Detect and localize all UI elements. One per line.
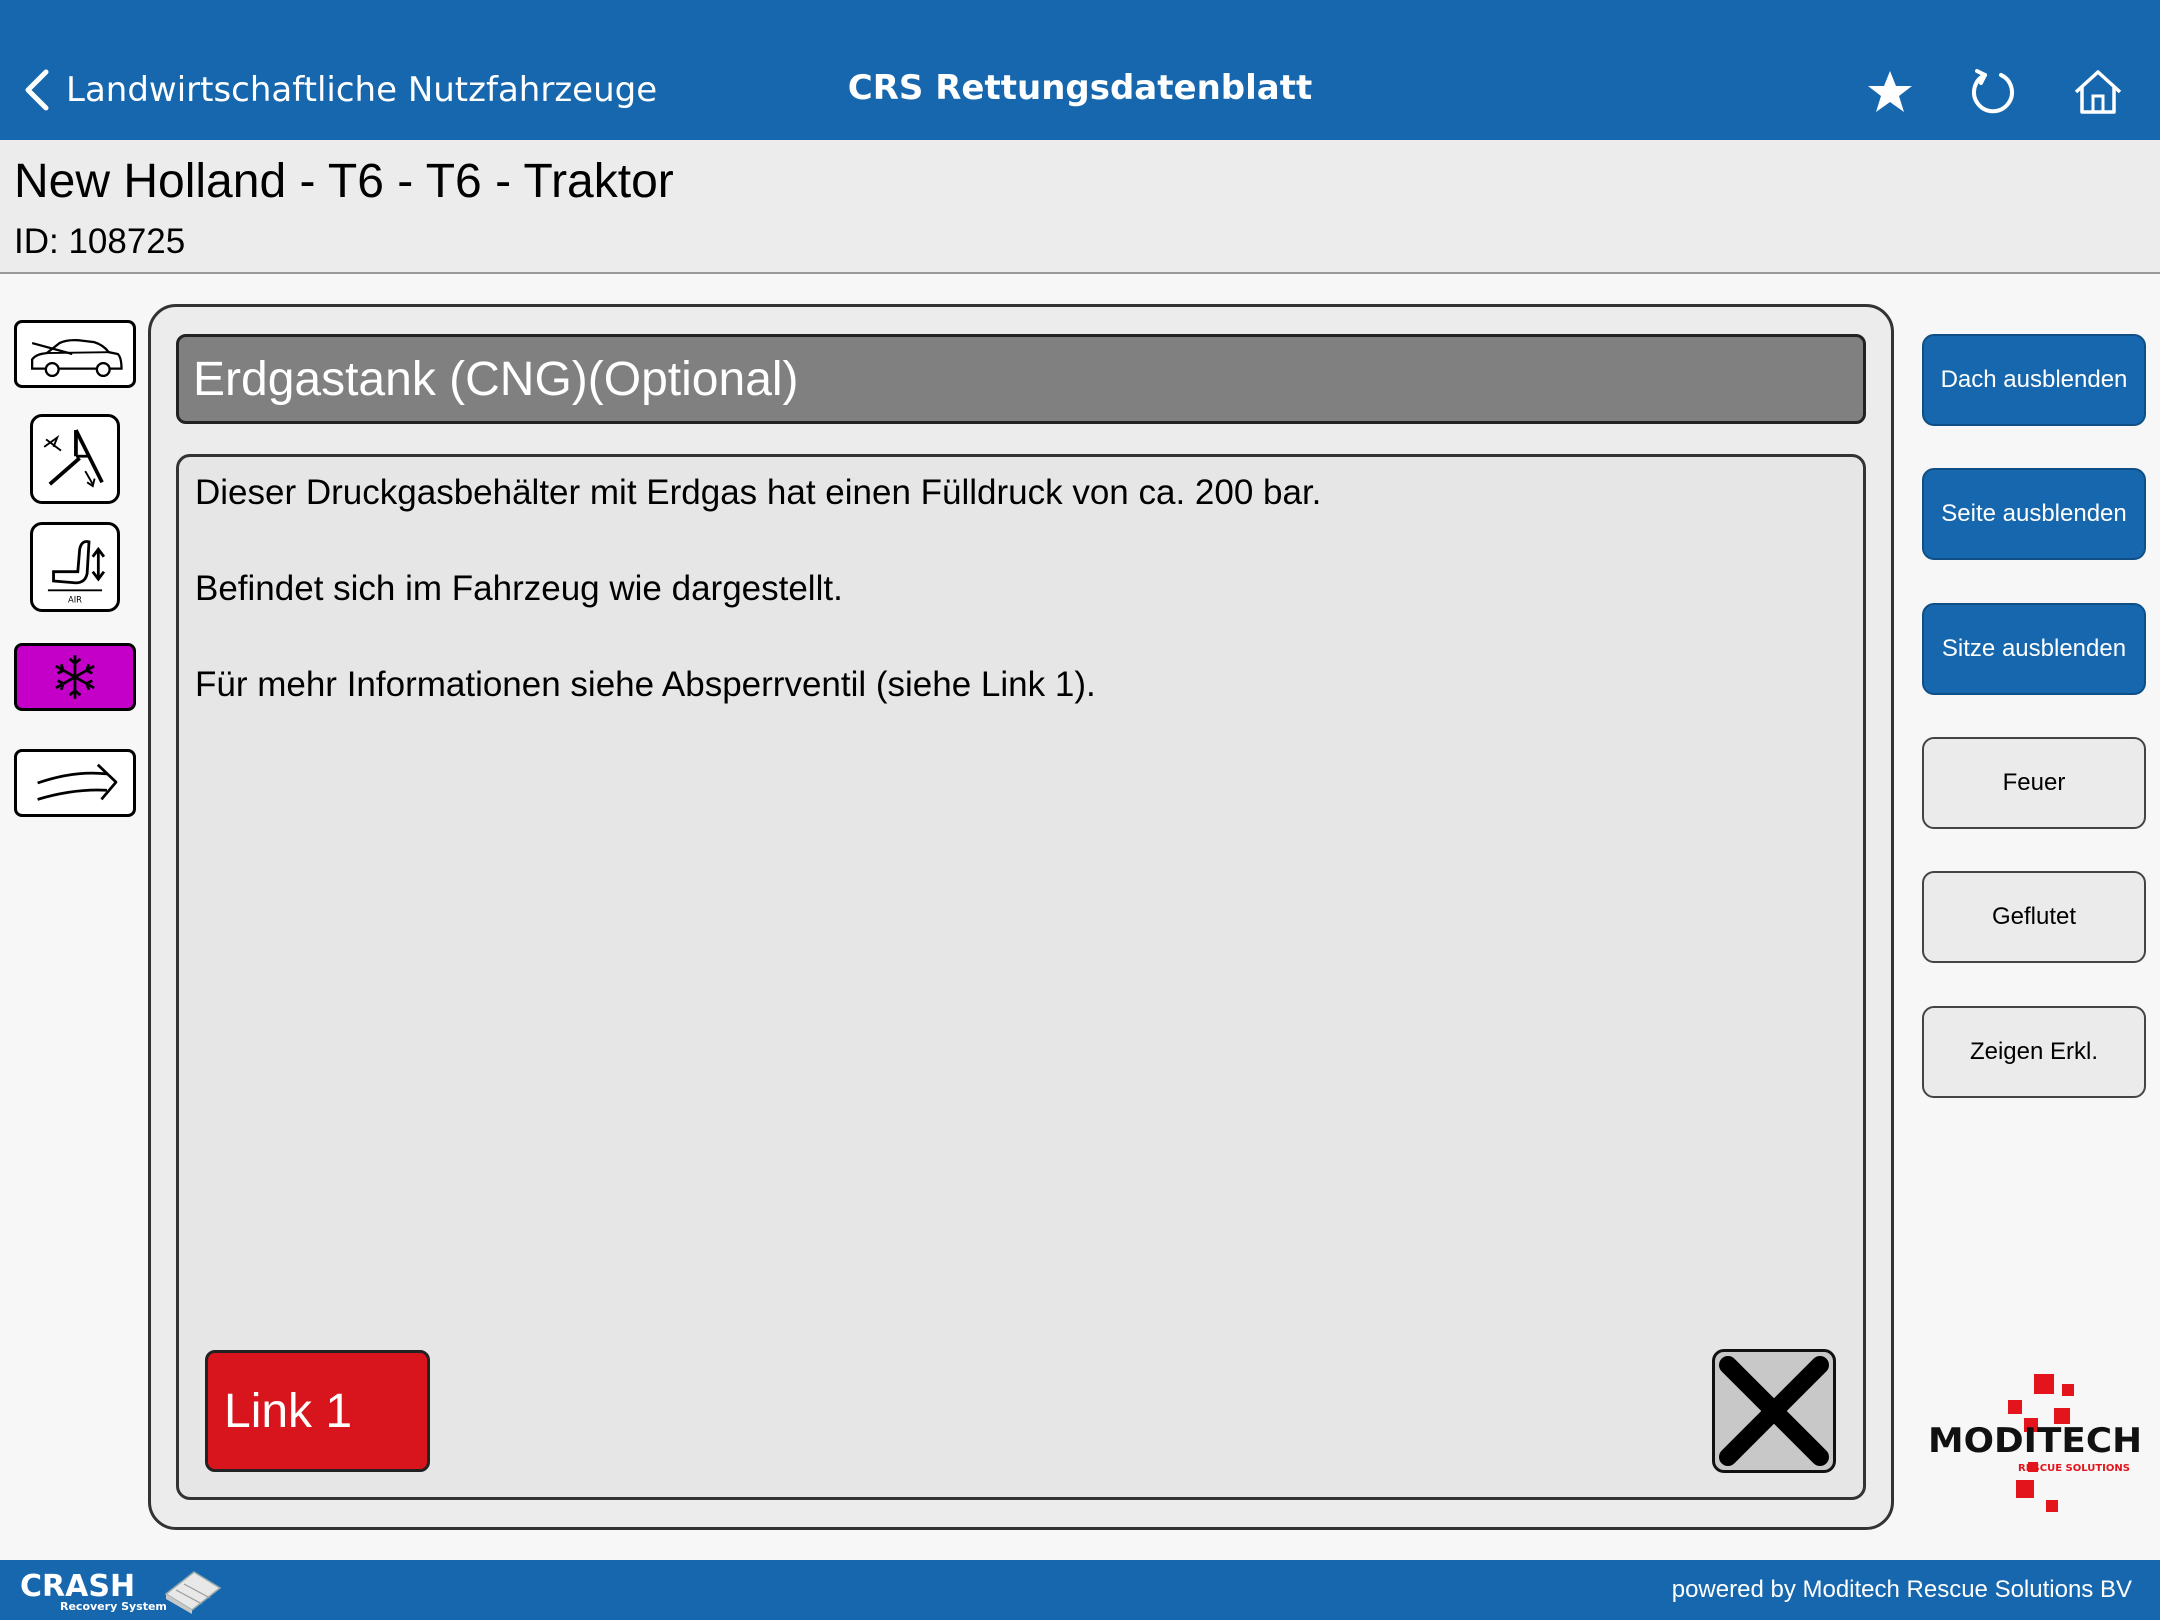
crash-logo-subtext: Recovery System [60,1600,167,1613]
navigation-bar: Landwirtschaftliche Nutzfahrzeuge CRS Re… [0,0,2160,140]
close-icon [1719,1356,1829,1466]
moditech-logo: MODITECH RESCUE SOLUTIONS [1928,1374,2142,1512]
crash-logo-text: CRASH [20,1569,135,1604]
seat-adjust-air-icon: AIR [47,540,106,604]
fire-button[interactable]: Feuer [1922,737,2146,829]
moditech-tagline: RESCUE SOLUTIONS [2018,1463,2130,1474]
vehicle-header: New Holland - T6 - T6 - Traktor ID: 1087… [0,140,2160,274]
refresh-icon [1972,69,2014,114]
description-paragraph: Befindet sich im Fahrzeug wie dargestell… [195,569,843,608]
star-icon [1868,71,1912,112]
back-button-label: Landwirtschaftliche Nutzfahrzeuge [66,70,658,110]
back-button[interactable]: Landwirtschaftliche Nutzfahrzeuge [22,60,657,120]
description-paragraph: Dieser Druckgasbehälter mit Erdgas hat e… [195,473,1322,512]
flooded-button[interactable]: Geflutet [1922,871,2146,963]
car-hood-icon [31,339,123,378]
moditech-brand-text: MODITECH [1928,1421,2142,1461]
seat-adjust-button[interactable]: AIR [30,522,120,612]
panel-heading: Erdgastank (CNG)(Optional) [176,334,1866,424]
link-1-button[interactable]: Link 1 [205,1350,430,1472]
powered-by-text: powered by Moditech Rescue Solutions BV [1671,1576,2132,1603]
airbag-icon [43,429,104,488]
close-panel-button[interactable] [1712,1349,1836,1473]
home-button[interactable] [2068,62,2128,122]
favorite-button[interactable] [1860,62,1920,122]
vehicle-title: New Holland - T6 - T6 - Traktor [14,155,674,208]
show-legend-button[interactable]: Zeigen Erkl. [1922,1006,2146,1098]
seat-air-label: AIR [68,594,82,604]
refresh-button[interactable] [1963,62,2023,122]
view-car-hood-button[interactable] [14,320,136,388]
description-paragraph: Für mehr Informationen siehe Absperrvent… [195,665,1096,704]
airbag-button[interactable] [30,414,120,504]
crash-recovery-logo: CRASH Recovery System [20,1569,222,1614]
snowflake-cng-icon [55,655,95,699]
hide-seats-button[interactable]: Sitze ausblenden [1922,603,2146,695]
hide-roof-button[interactable]: Dach ausblenden [1922,334,2146,426]
direction-button[interactable] [14,749,136,817]
cng-tank-button[interactable] [14,643,136,711]
chevron-left-icon [25,69,49,111]
arrow-right-icon [37,763,118,801]
panel-body: Dieser Druckgasbehälter mit Erdgas hat e… [176,454,1866,1500]
footer-bar: CRASH Recovery System powered by Moditec… [0,1560,2160,1620]
vehicle-id: ID: 108725 [14,222,186,261]
crash-logo-mark [164,1571,222,1614]
home-icon [2074,70,2122,114]
hide-side-button[interactable]: Seite ausblenden [1922,468,2146,560]
